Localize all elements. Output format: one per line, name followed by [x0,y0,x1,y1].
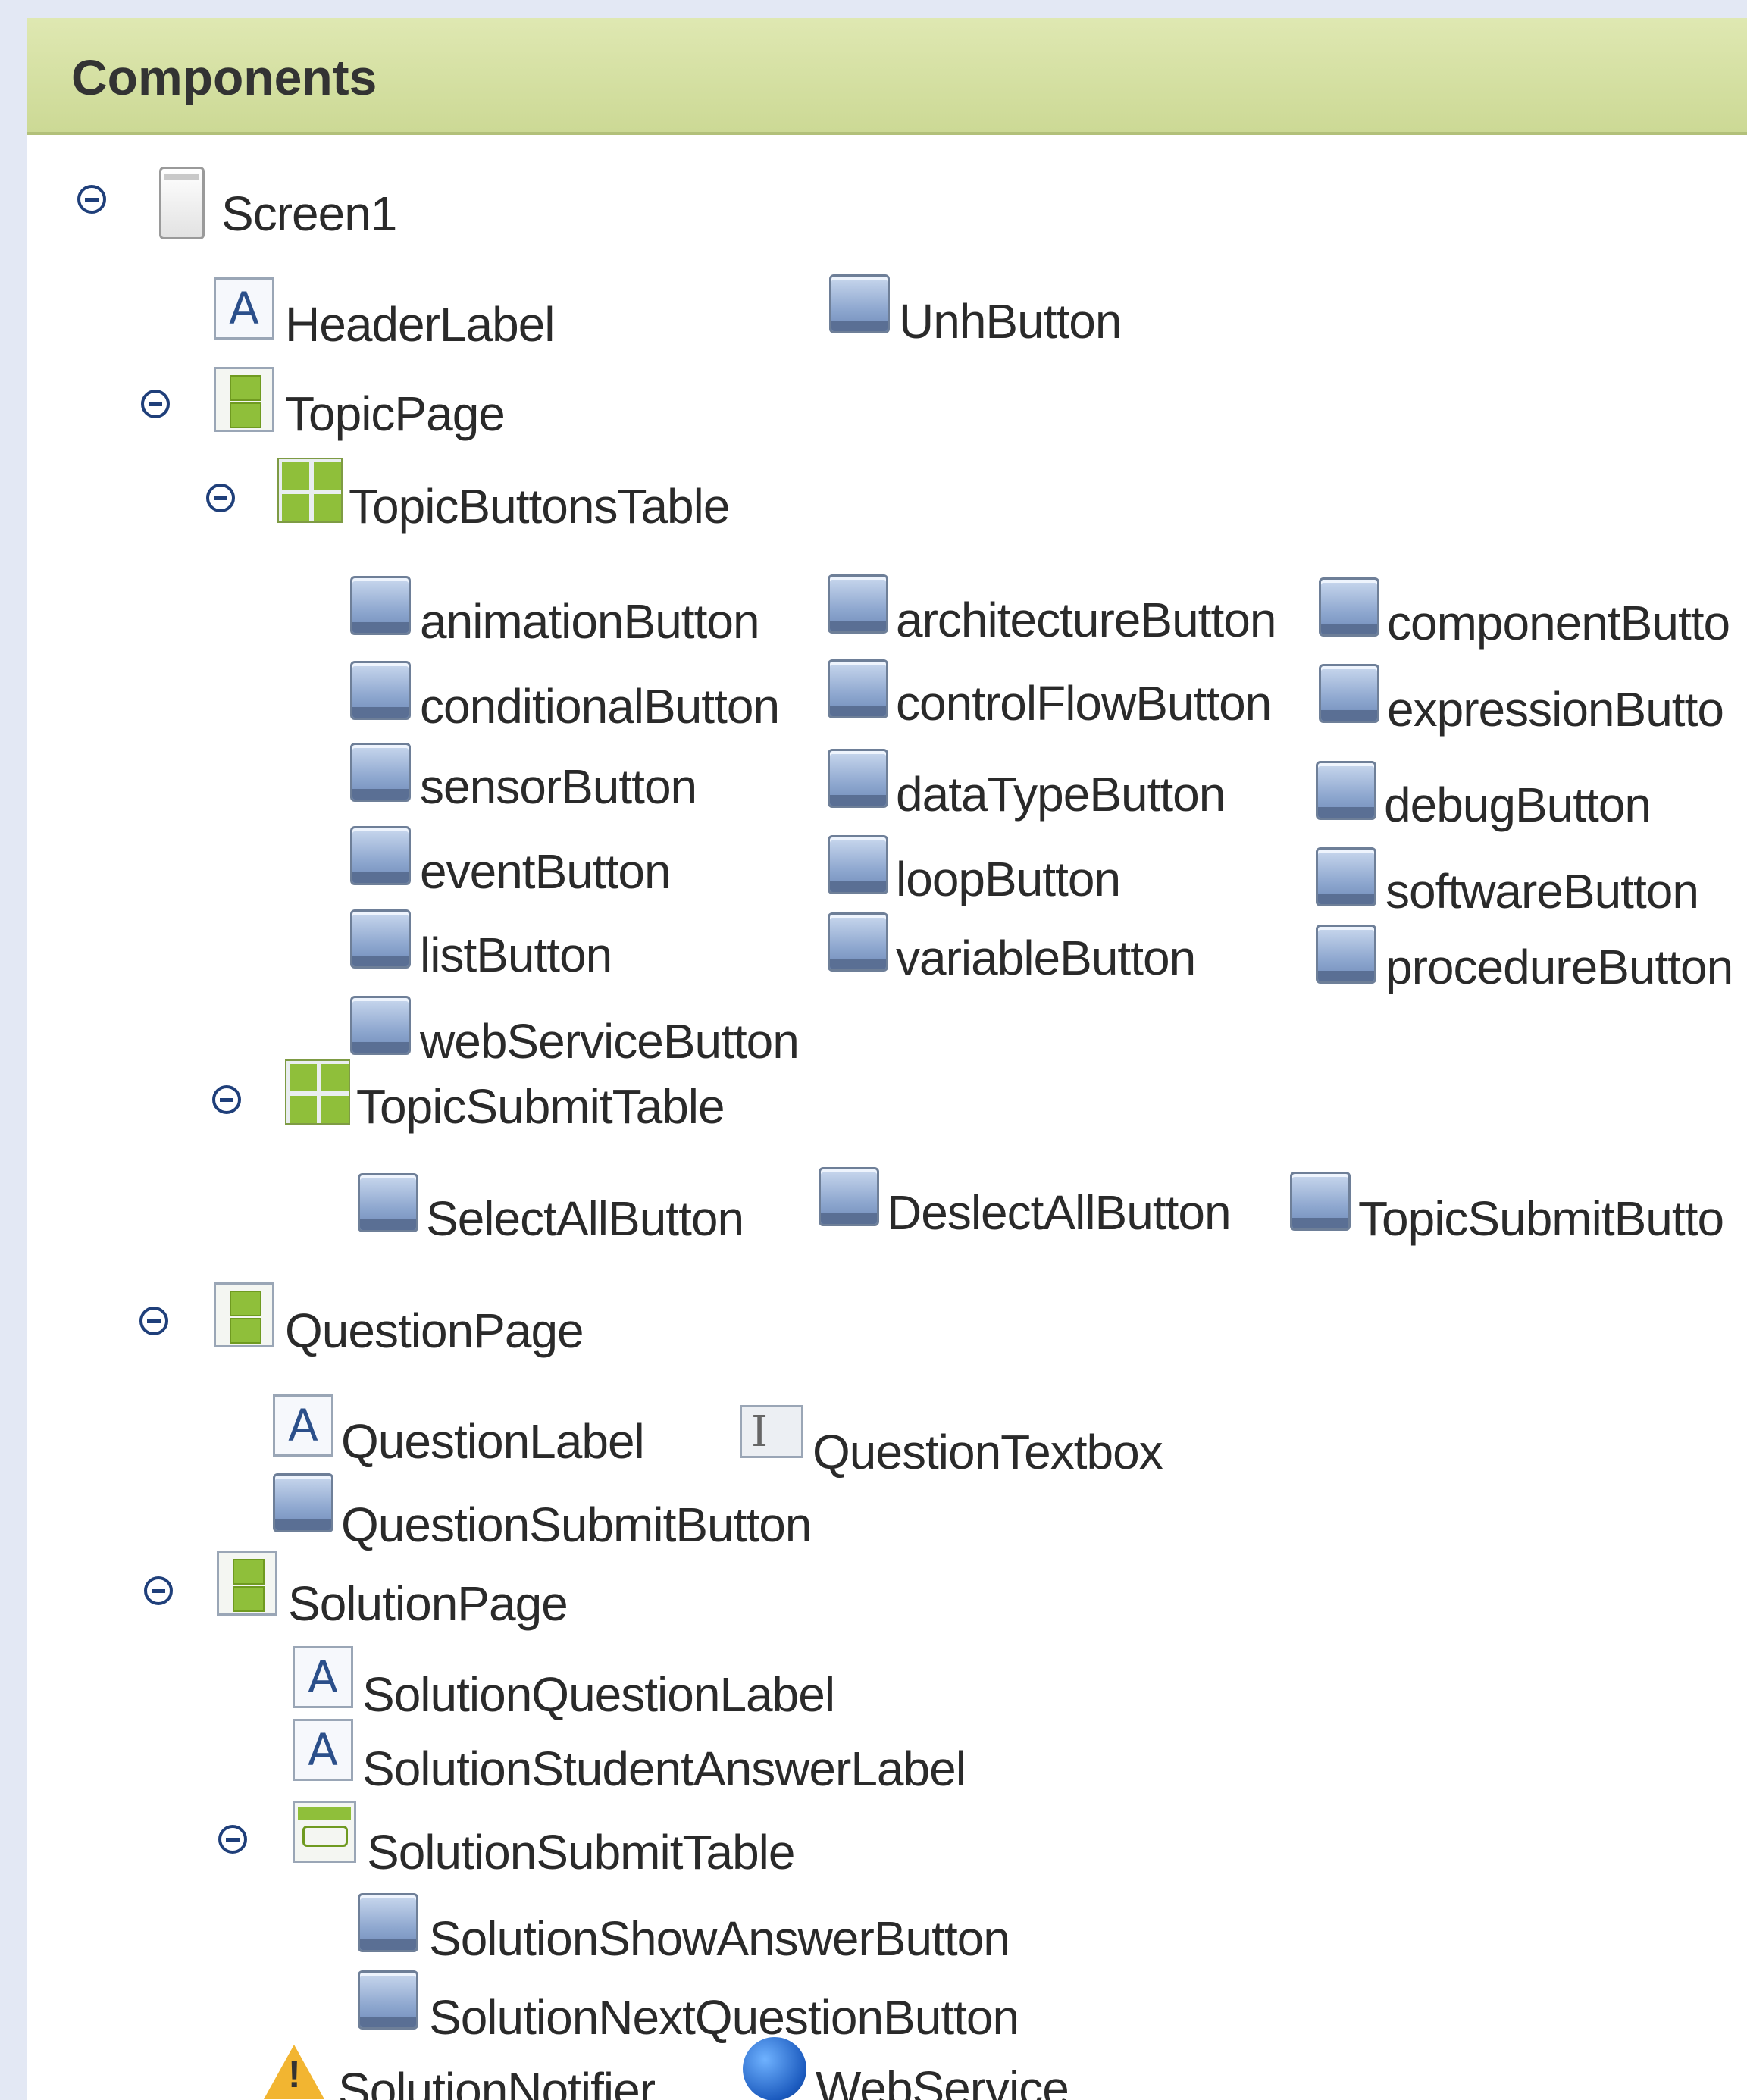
tree-node-expression-button[interactable]: expressionButto [1387,685,1724,734]
tree-node-header-label[interactable]: HeaderLabel [285,300,555,349]
collapse-icon[interactable] [141,390,170,418]
tree-node-solution-student-answer-label[interactable]: SolutionStudentAnswerLabel [362,1745,966,1793]
tree-node-deselect-all-button[interactable]: DeslectAllButton [887,1188,1232,1237]
tree-node-procedure-button[interactable]: procedureButton [1385,943,1733,991]
tree-node-event-button[interactable]: eventButton [420,847,672,896]
collapse-icon[interactable] [77,185,106,214]
button-icon [819,1167,879,1226]
collapse-icon[interactable] [218,1825,247,1854]
tree-node-question-textbox[interactable]: QuestionTextbox [812,1428,1163,1476]
screen-icon [159,167,205,239]
label-icon [214,277,274,340]
button-icon [350,576,411,635]
warning-icon [264,2045,324,2099]
tree-node-topic-buttons-table[interactable]: TopicButtonsTable [349,482,730,530]
tree-node-unh-button[interactable]: UnhButton [899,297,1122,346]
collapse-icon[interactable] [206,484,235,512]
label-icon [293,1719,353,1781]
tree-node-solution-submit-table[interactable]: SolutionSubmitTable [367,1828,795,1876]
tree-node-solution-next-question-button[interactable]: SolutionNextQuestionButton [429,1993,1019,2042]
tree-node-conditional-button[interactable]: conditionalButton [420,682,780,731]
table-arrangement-icon [277,458,343,523]
button-icon [829,274,890,333]
label-icon [273,1394,333,1457]
button-icon [828,659,888,718]
tree-node-sensor-button[interactable]: sensorButton [420,762,697,811]
button-icon [350,996,411,1055]
tree-node-solution-page[interactable]: SolutionPage [288,1579,568,1628]
tree-node-question-label[interactable]: QuestionLabel [341,1417,645,1466]
vertical-arrangement-icon [217,1551,277,1616]
globe-icon [743,2037,806,2100]
tree-node-web-service-button[interactable]: webServiceButton [420,1017,800,1066]
tree-node-loop-button[interactable]: loopButton [896,855,1121,903]
button-icon [1319,664,1379,723]
button-icon [273,1473,333,1532]
tree-node-topic-submit-table[interactable]: TopicSubmitTable [356,1082,725,1131]
button-icon [350,826,411,885]
button-icon [1316,847,1376,906]
button-icon [828,749,888,808]
tree-node-control-flow-button[interactable]: controlFlowButton [896,679,1272,728]
tree-node-variable-button[interactable]: variableButton [896,934,1196,982]
collapse-icon[interactable] [144,1576,173,1605]
vertical-arrangement-icon [214,1282,274,1347]
tree-node-architecture-button[interactable]: architectureButton [896,596,1276,644]
textbox-icon [740,1405,803,1458]
tree-node-solution-question-label[interactable]: SolutionQuestionLabel [362,1670,835,1719]
button-icon [358,1970,418,2030]
button-icon [828,574,888,634]
button-icon [1290,1172,1351,1231]
tree-node-question-submit-button[interactable]: QuestionSubmitButton [341,1501,812,1549]
tree-node-screen1[interactable]: Screen1 [221,189,397,238]
button-icon [1316,761,1376,820]
vertical-arrangement-icon [214,367,274,432]
table-arrangement-icon [285,1059,350,1125]
component-tree: Screen1 HeaderLabel UnhButton TopicPage … [27,18,1747,2100]
horizontal-arrangement-icon [293,1801,356,1863]
tree-node-animation-button[interactable]: animationButton [420,597,760,646]
tree-node-select-all-button[interactable]: SelectAllButton [426,1194,744,1243]
tree-node-question-page[interactable]: QuestionPage [285,1307,584,1355]
button-icon [828,835,888,894]
tree-node-solution-show-answer-button[interactable]: SolutionShowAnswerButton [429,1914,1010,1963]
tree-node-debug-button[interactable]: debugButton [1384,781,1652,829]
button-icon [1319,577,1379,637]
button-icon [358,1893,418,1952]
tree-node-software-button[interactable]: softwareButton [1385,867,1699,915]
button-icon [1316,925,1376,984]
tree-node-web-service[interactable]: WebService [816,2064,1069,2100]
button-icon [828,912,888,972]
tree-node-list-button[interactable]: listButton [420,931,612,979]
button-icon [350,661,411,720]
tree-node-data-type-button[interactable]: dataTypeButton [896,770,1226,818]
tree-node-topic-submit-button[interactable]: TopicSubmitButto [1358,1194,1724,1243]
button-icon [350,743,411,802]
components-panel: Components Screen1 HeaderLabel UnhButton… [27,18,1747,2100]
tree-node-topic-page[interactable]: TopicPage [285,390,506,438]
button-icon [358,1173,418,1232]
tree-node-component-button[interactable]: componentButto [1387,599,1730,647]
label-icon [293,1646,353,1708]
tree-node-solution-notifier[interactable]: SolutionNotifier [338,2066,656,2100]
button-icon [350,909,411,969]
collapse-icon[interactable] [139,1307,168,1335]
collapse-icon[interactable] [212,1085,241,1114]
window-top-strip [0,0,1747,18]
